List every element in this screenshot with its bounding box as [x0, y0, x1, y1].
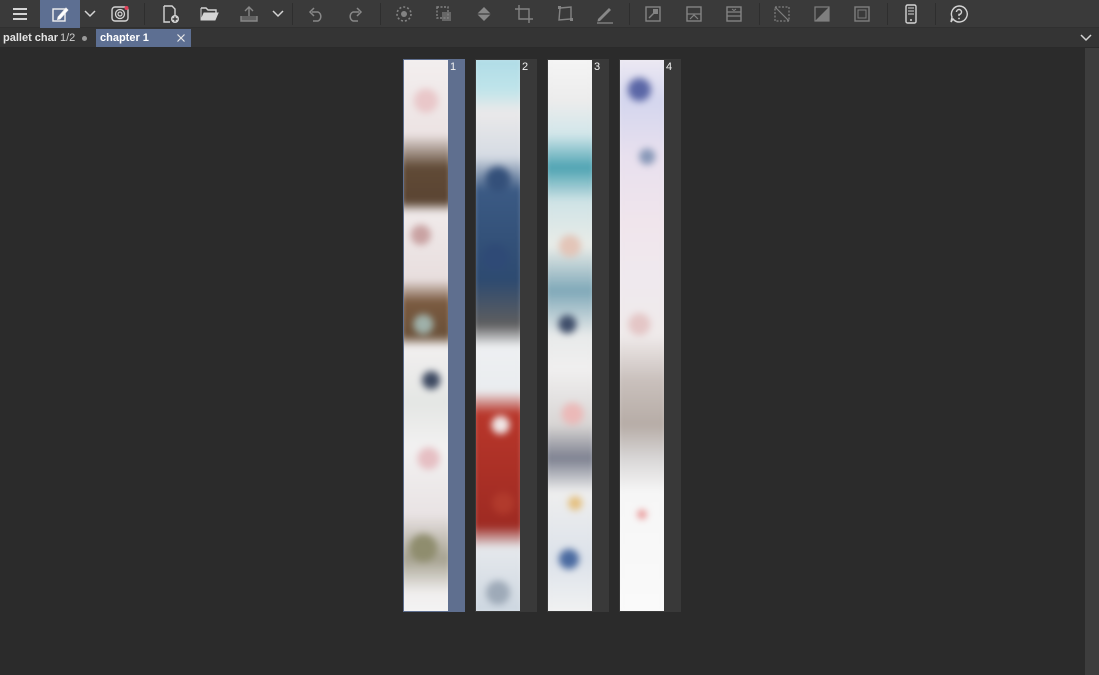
- pencil-page-icon: [52, 7, 69, 22]
- tab-chapter-1[interactable]: chapter 1: [96, 29, 191, 47]
- page-preview: [404, 60, 448, 611]
- tab-page-count: 1/2: [60, 32, 76, 44]
- page-number: 4: [666, 61, 673, 73]
- close-icon: [177, 34, 185, 42]
- page-number: 3: [594, 61, 601, 73]
- draw-button[interactable]: [591, 0, 619, 28]
- page-thumbnail-area: 1 2 3 4: [0, 48, 1085, 675]
- modified-indicator-icon: [82, 35, 88, 41]
- new-page-icon: [163, 5, 179, 23]
- hide-selection-button[interactable]: [768, 0, 796, 28]
- toolbar-separator: [292, 3, 293, 25]
- image-stack-icon: [726, 6, 742, 22]
- export-button[interactable]: [234, 0, 264, 28]
- chevron-down-icon: [1080, 34, 1092, 42]
- tone-icon: [814, 6, 830, 22]
- spiral-icon: [111, 6, 129, 22]
- redo-icon: [349, 7, 363, 22]
- lasso-button[interactable]: [430, 0, 458, 28]
- edit-mode-button[interactable]: [40, 0, 80, 28]
- toolbar-separator: [759, 3, 760, 25]
- undo-button[interactable]: [302, 0, 330, 28]
- chevron-down-icon: [272, 10, 284, 18]
- toolbar-separator: [887, 3, 888, 25]
- page-preview: [476, 60, 520, 611]
- adjust-3-button[interactable]: [720, 0, 748, 28]
- close-tab-button[interactable]: [175, 31, 187, 45]
- export-tray-icon: [240, 6, 258, 22]
- page-number: 2: [522, 61, 529, 73]
- toolbar-separator: [935, 3, 936, 25]
- adjust-1-button[interactable]: [639, 0, 667, 28]
- folder-open-icon: [200, 7, 219, 21]
- toolbar: [0, 0, 1099, 28]
- tab-label: pallet char: [3, 32, 59, 44]
- hamburger-icon: [13, 8, 27, 20]
- toolbar-separator: [629, 3, 630, 25]
- chevron-down-icon: [84, 10, 96, 18]
- page-preview: [620, 60, 664, 611]
- help-button[interactable]: [945, 0, 973, 28]
- redo-button[interactable]: [341, 0, 369, 28]
- fill-bucket-icon: [477, 7, 491, 21]
- tone-button[interactable]: [808, 0, 836, 28]
- frame-button[interactable]: [848, 0, 876, 28]
- transform-icon: [558, 6, 573, 21]
- page-thumbnail[interactable]: 3: [547, 59, 609, 612]
- undo-icon: [308, 7, 322, 22]
- tab-list-dropdown[interactable]: [1079, 31, 1093, 45]
- fill-button[interactable]: [470, 0, 498, 28]
- image-adjust-icon: [645, 6, 661, 22]
- open-button[interactable]: [194, 0, 224, 28]
- toolbar-separator: [380, 3, 381, 25]
- companion-button[interactable]: [105, 0, 135, 28]
- lasso-icon: [436, 6, 451, 21]
- adjust-2-button[interactable]: [680, 0, 708, 28]
- page-number: 1: [450, 61, 457, 73]
- clear-selection-button[interactable]: [390, 0, 418, 28]
- menu-button[interactable]: [6, 0, 34, 28]
- pen-icon: [597, 8, 613, 24]
- page-thumbnail[interactable]: 2: [475, 59, 537, 612]
- tab-pallet-char[interactable]: pallet char 1/2: [0, 29, 94, 47]
- page-preview: [548, 60, 592, 611]
- vertical-scrollbar[interactable]: [1085, 48, 1099, 675]
- image-split-icon: [686, 6, 702, 22]
- app-window: pallet char 1/2 chapter 1 1 2 3 4: [0, 0, 1099, 675]
- document-tab-bar: pallet char 1/2 chapter 1: [0, 28, 1099, 48]
- crop-button[interactable]: [510, 0, 538, 28]
- tab-label: chapter 1: [100, 32, 149, 44]
- page-thumbnail[interactable]: 4: [619, 59, 681, 612]
- frame-icon: [854, 6, 870, 22]
- dotted-circle-icon: [396, 6, 412, 22]
- page-thumbnail[interactable]: 1: [403, 59, 465, 612]
- grid-off-icon: [774, 6, 790, 22]
- help-bubble-icon: [950, 5, 968, 23]
- export-dropdown[interactable]: [268, 0, 288, 28]
- smartphone-icon: [905, 4, 917, 24]
- edit-mode-dropdown[interactable]: [81, 0, 99, 28]
- toolbar-separator: [144, 3, 145, 25]
- crop-icon: [515, 5, 533, 23]
- new-page-button[interactable]: [155, 0, 185, 28]
- device-button[interactable]: [897, 0, 925, 28]
- transform-button[interactable]: [551, 0, 579, 28]
